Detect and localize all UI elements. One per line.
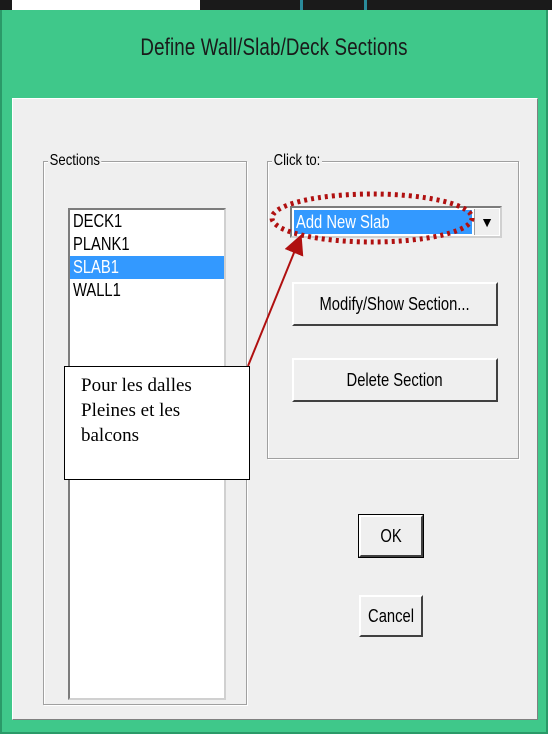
annotation-note: Pour les dalles Pleines et les balcons [64,366,250,480]
cancel-button[interactable]: Cancel [359,595,423,637]
annotation-line: balcons [81,425,140,446]
annotation-line: Pleines et les [81,400,181,421]
section-type-dropdown[interactable]: Add New Slab ▼ [290,206,502,238]
click-to-group-label: Click to: [272,152,322,170]
modify-show-section-button[interactable]: Modify/Show Section... [292,282,498,326]
list-item-slab1[interactable]: SLAB1 [70,256,224,279]
sections-group-label: Sections [48,152,102,170]
click-to-group: Click to: Add New Slab ▼ Modify/Show Sec… [267,152,519,459]
top-strip-bar [200,0,552,10]
top-strip-accent [364,0,367,10]
delete-section-button[interactable]: Delete Section [292,358,498,402]
annotation-line: Pour les dalles [81,375,192,396]
ok-button[interactable]: OK [358,514,424,558]
dropdown-selected-value: Add New Slab [294,210,472,234]
list-item-deck1[interactable]: DECK1 [70,210,224,233]
dialog-title: Define Wall/Slab/Deck Sections [140,34,408,61]
list-item-plank1[interactable]: PLANK1 [70,233,224,256]
chevron-down-icon[interactable]: ▼ [474,209,499,235]
top-strip-bar [0,0,12,10]
list-item-wall1[interactable]: WALL1 [70,279,224,302]
top-strip-accent [300,0,303,10]
top-strip [0,0,552,10]
